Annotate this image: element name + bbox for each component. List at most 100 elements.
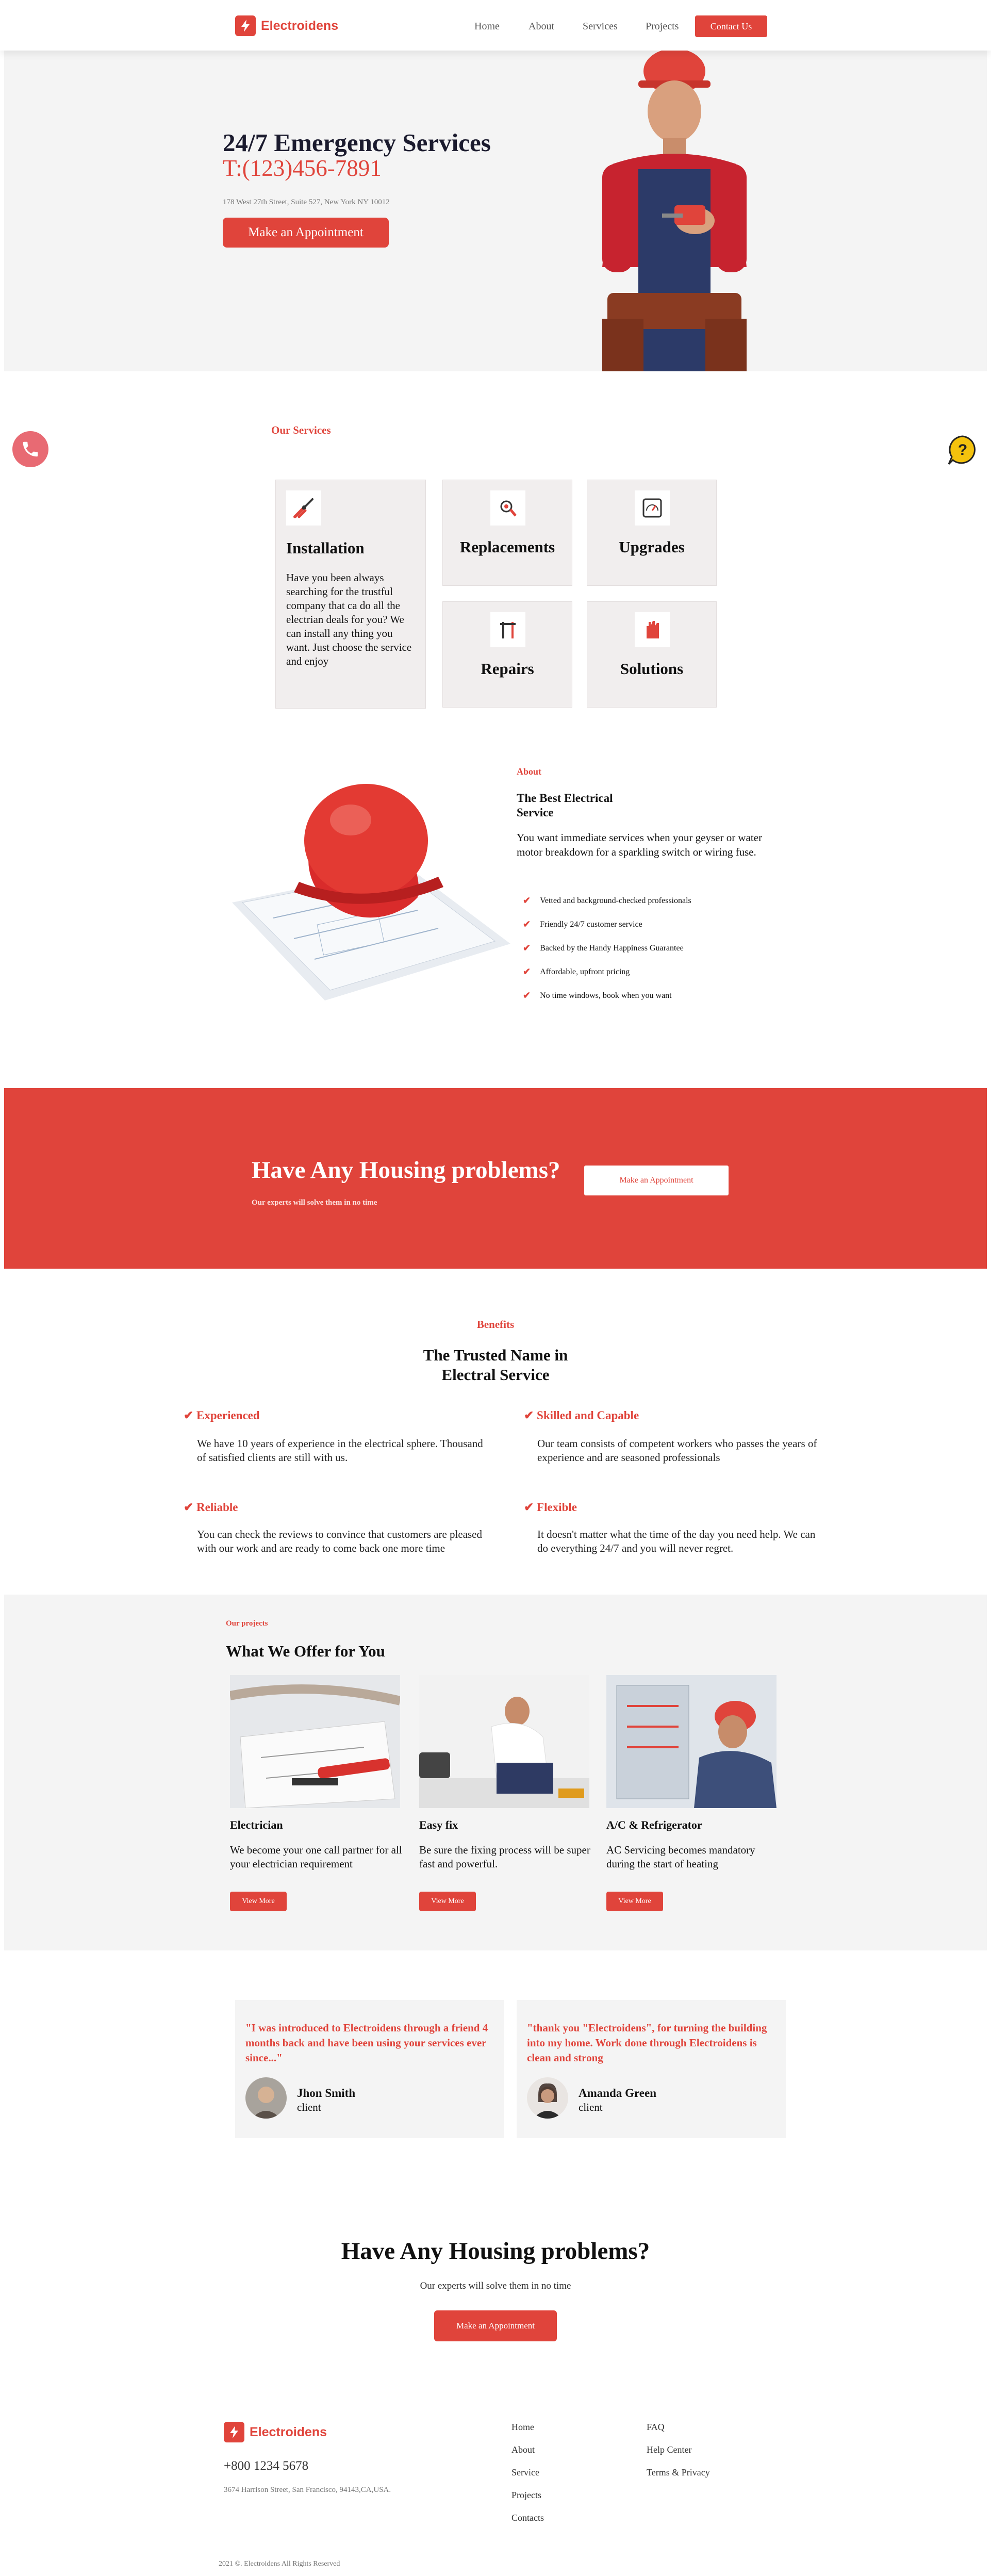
about-check-item: ✔ Affordable, upfront pricing [523,966,630,977]
benefits-title-line1: The Trusted Name in [423,1346,568,1364]
nav-services[interactable]: Services [583,21,618,32]
benefit-reliable-text: You can check the reviews to convince th… [197,1528,483,1554]
cta-appointment-button[interactable]: Make an Appointment [434,2310,557,2341]
testimonial-name: Jhon Smith [297,2087,356,2099]
projects-section: Our projects What We Offer for You Elect… [4,1595,987,1950]
check-icon: ✔ [184,1501,197,1514]
cable-icon [490,490,525,526]
about-text: You want immediate services when your ge… [517,831,763,858]
view-more-button[interactable]: View More [419,1892,476,1911]
footer-phone[interactable]: +800 1234 5678 [224,2459,308,2473]
projects-label: Our projects [226,1619,268,1628]
check-icon: ✔ [523,966,531,977]
lightning-icon [235,15,256,36]
project-text: Be sure the fixing process will be super… [419,1844,590,1870]
services-label: Our Services [271,424,331,436]
footer-address: 3674 Harrison Street, San Francisco, 941… [224,2486,391,2494]
service-title: Repairs [481,660,534,678]
footer-link-faq[interactable]: FAQ [647,2422,665,2433]
brand-logo[interactable]: Electroidens [235,15,338,36]
about-title: The Best Electrical Service [517,792,613,819]
about-check-item: ✔ Friendly 24/7 customer service [523,919,642,929]
check-icon: ✔ [523,943,531,953]
footer-link-service[interactable]: Service [511,2467,539,2478]
housing-banner: Have Any Housing problems? Our experts w… [4,1088,987,1269]
testimonial-card: "thank you "Electroidens", for turning t… [517,2000,786,2138]
footer-link-terms-privacy[interactable]: Terms & Privacy [647,2467,710,2478]
check-icon: ✔ [523,919,531,929]
service-card-repairs[interactable]: Repairs [442,601,572,708]
benefits-title-line2: Electral Service [441,1366,550,1384]
check-icon: ✔ [524,1409,537,1422]
check-icon: ✔ [524,1501,537,1514]
navbar: Electroidens Home About Services Project… [0,0,991,51]
project-image-easy-fix [419,1675,589,1808]
check-icon: ✔ [523,990,531,1000]
hero-phone[interactable]: T:(123)456-7891 [223,155,382,182]
footer-link-projects[interactable]: Projects [511,2490,541,2501]
nav-projects[interactable]: Projects [646,21,679,32]
service-card-replacements[interactable]: Replacements [442,480,572,586]
benefit-experienced-text: We have 10 years of experience in the el… [197,1437,483,1464]
check-icon: ✔ [523,895,531,906]
tools-icon [490,612,525,647]
hero-title: 24/7 Emergency Services [223,128,491,157]
benefit-skilled-title: ✔ Skilled and Capable [524,1409,639,1422]
footer-link-about[interactable]: About [511,2444,535,2455]
phone-call-icon[interactable] [12,431,48,467]
hero-appointment-button[interactable]: Make an Appointment [223,218,389,248]
benefit-experienced-title: ✔ Experienced [184,1409,260,1422]
nav-about[interactable]: About [528,21,554,32]
testimonial-quote: "thank you "Electroidens", for turning t… [527,2022,767,2064]
meter-icon [635,490,670,526]
about-label: About [517,766,542,777]
glove-icon [635,612,670,647]
project-title: Easy fix [419,1818,458,1831]
footer-link-contacts[interactable]: Contacts [511,2513,544,2523]
view-more-button[interactable]: View More [230,1892,287,1911]
avatar [245,2077,287,2119]
service-title: Solutions [620,660,684,678]
view-more-button[interactable]: View More [606,1892,663,1911]
testimonial-card: "I was introduced to Electroidens throug… [235,2000,504,2138]
project-image-ac-refrigerator [606,1675,777,1808]
projects-title: What We Offer for You [226,1642,385,1660]
service-title: Installation [286,539,365,557]
service-title: Upgrades [619,538,685,556]
cta-subtitle: Our experts will solve them in no time [420,2280,571,2291]
hero-section: 24/7 Emergency Services T:(123)456-7891 … [4,48,987,371]
copyright: 2021 ©. Electroidens All Rights Reserved [219,2560,340,2568]
project-text: We become your one call partner for all … [230,1844,402,1870]
helmet-blueprint-image [222,763,510,1000]
banner-appointment-button[interactable]: Make an Appointment [584,1166,729,1195]
benefit-flexible-text: It doesn't matter what the time of the d… [537,1528,816,1554]
help-question-icon[interactable]: ? [947,434,979,466]
project-title: Electrician [230,1818,283,1831]
testimonial-role: client [579,2101,603,2113]
brand-name: Electroidens [250,2424,327,2439]
benefits-label: Benefits [476,1318,515,1331]
benefit-reliable-title: ✔ Reliable [184,1501,238,1514]
footer-logo[interactable]: Electroidens [224,2422,327,2442]
service-card-upgrades[interactable]: Upgrades [587,480,717,586]
lightning-icon [224,2422,244,2442]
avatar [527,2077,568,2119]
pliers-icon [286,490,321,526]
service-description: Have you been always searching for the t… [286,571,412,667]
testimonial-role: client [297,2101,321,2113]
service-card-installation[interactable]: Installation Have you been always search… [275,480,426,709]
about-check-item: ✔ No time windows, book when you want [523,990,672,1000]
brand-name: Electroidens [261,18,339,33]
about-check-item: ✔ Vetted and background-checked professio… [523,895,691,906]
electrician-photo [571,48,778,371]
footer-link-help-center[interactable]: Help Center [647,2444,691,2455]
footer-link-home[interactable]: Home [511,2422,534,2433]
service-card-solutions[interactable]: Solutions [587,601,717,708]
project-title: A/C & Refrigerator [606,1818,702,1831]
project-image-electrician [230,1675,400,1808]
nav-home[interactable]: Home [474,21,500,32]
project-text: AC Servicing becomes mandatory during th… [606,1844,755,1870]
cta-title: Have Any Housing problems? [341,2238,650,2265]
contact-us-button[interactable]: Contact Us [695,15,767,37]
benefit-skilled-text: Our team consists of competent workers w… [537,1437,817,1464]
